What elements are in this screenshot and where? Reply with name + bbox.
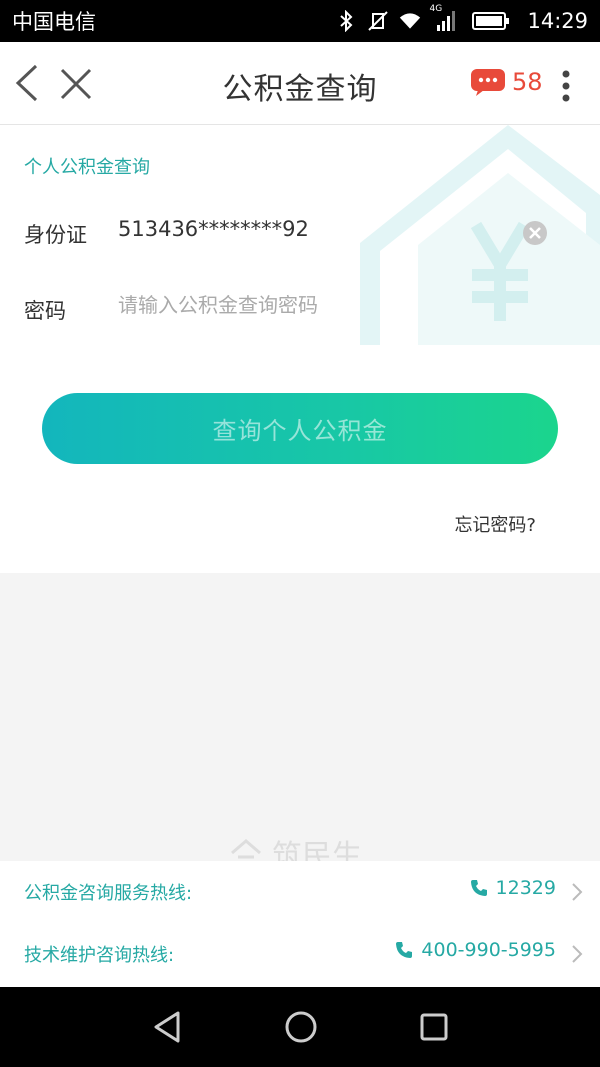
bluetooth-icon xyxy=(335,10,357,32)
query-button[interactable]: 查询个人公积金 xyxy=(42,393,558,464)
square-recent-icon xyxy=(420,1013,448,1041)
signal-icon: 4G xyxy=(429,4,461,32)
forgot-password-link[interactable]: 忘记密码? xyxy=(454,511,536,537)
phone-icon xyxy=(470,880,487,896)
system-back-button[interactable] xyxy=(150,1009,184,1045)
query-form: 个人公积金查询 身份证 513436********92 密码 查询个人公积金 … xyxy=(0,125,600,573)
chat-bubble-icon xyxy=(471,69,505,96)
hotline-row-tech[interactable]: 技术维护咨询热线: 400-990-5995 xyxy=(0,923,600,983)
id-label: 身份证 xyxy=(24,223,87,247)
section-title: 个人公积金查询 xyxy=(24,157,150,178)
message-button[interactable]: 58 xyxy=(470,68,543,96)
hotline-number: 400-990-5995 xyxy=(395,939,556,961)
circle-home-icon xyxy=(285,1011,317,1043)
status-bar: 中国电信 4G 14:29 xyxy=(0,0,600,42)
content-background: 筑民生 xyxy=(0,573,600,861)
hotline-label: 技术维护咨询热线: xyxy=(24,945,175,966)
carrier-name: 中国电信 xyxy=(12,10,96,34)
status-icons: 4G 14:29 xyxy=(335,4,588,33)
phone-icon xyxy=(396,942,413,958)
password-label: 密码 xyxy=(24,299,66,323)
id-field[interactable]: 513436********92 xyxy=(118,217,309,241)
password-input[interactable] xyxy=(118,293,518,317)
watermark-text: 筑民生 xyxy=(272,839,362,861)
triangle-back-icon xyxy=(154,1011,180,1043)
system-nav-bar xyxy=(0,987,600,1067)
battery-icon xyxy=(471,10,511,32)
clear-button[interactable] xyxy=(522,220,548,246)
vibrate-off-icon xyxy=(367,10,389,32)
hotline-number: 12329 xyxy=(470,877,556,899)
hotline-number-text: 400-990-5995 xyxy=(421,939,556,961)
message-count: 58 xyxy=(512,68,543,96)
system-home-button[interactable] xyxy=(283,1009,319,1045)
network-type: 4G xyxy=(429,4,443,14)
chevron-right-icon xyxy=(572,883,583,901)
hotline-number-text: 12329 xyxy=(495,877,556,899)
chevron-right-icon xyxy=(572,945,583,963)
hotline-row-service[interactable]: 公积金咨询服务热线: 12329 xyxy=(0,861,600,921)
more-vertical-icon xyxy=(562,70,570,102)
clock: 14:29 xyxy=(527,9,588,33)
more-options-button[interactable] xyxy=(552,66,580,106)
clear-icon xyxy=(523,221,547,245)
system-recent-apps-button[interactable] xyxy=(418,1011,450,1043)
watermark: 筑民生 xyxy=(228,831,362,861)
hotline-label: 公积金咨询服务热线: xyxy=(24,883,193,904)
watermark-logo-icon xyxy=(231,839,261,859)
app-header: 公积金查询 58 xyxy=(0,42,600,125)
hotline-list: 公积金咨询服务热线: 12329 技术维护咨询热线: 400-990-5995 xyxy=(0,861,600,987)
wifi-icon xyxy=(399,10,421,32)
